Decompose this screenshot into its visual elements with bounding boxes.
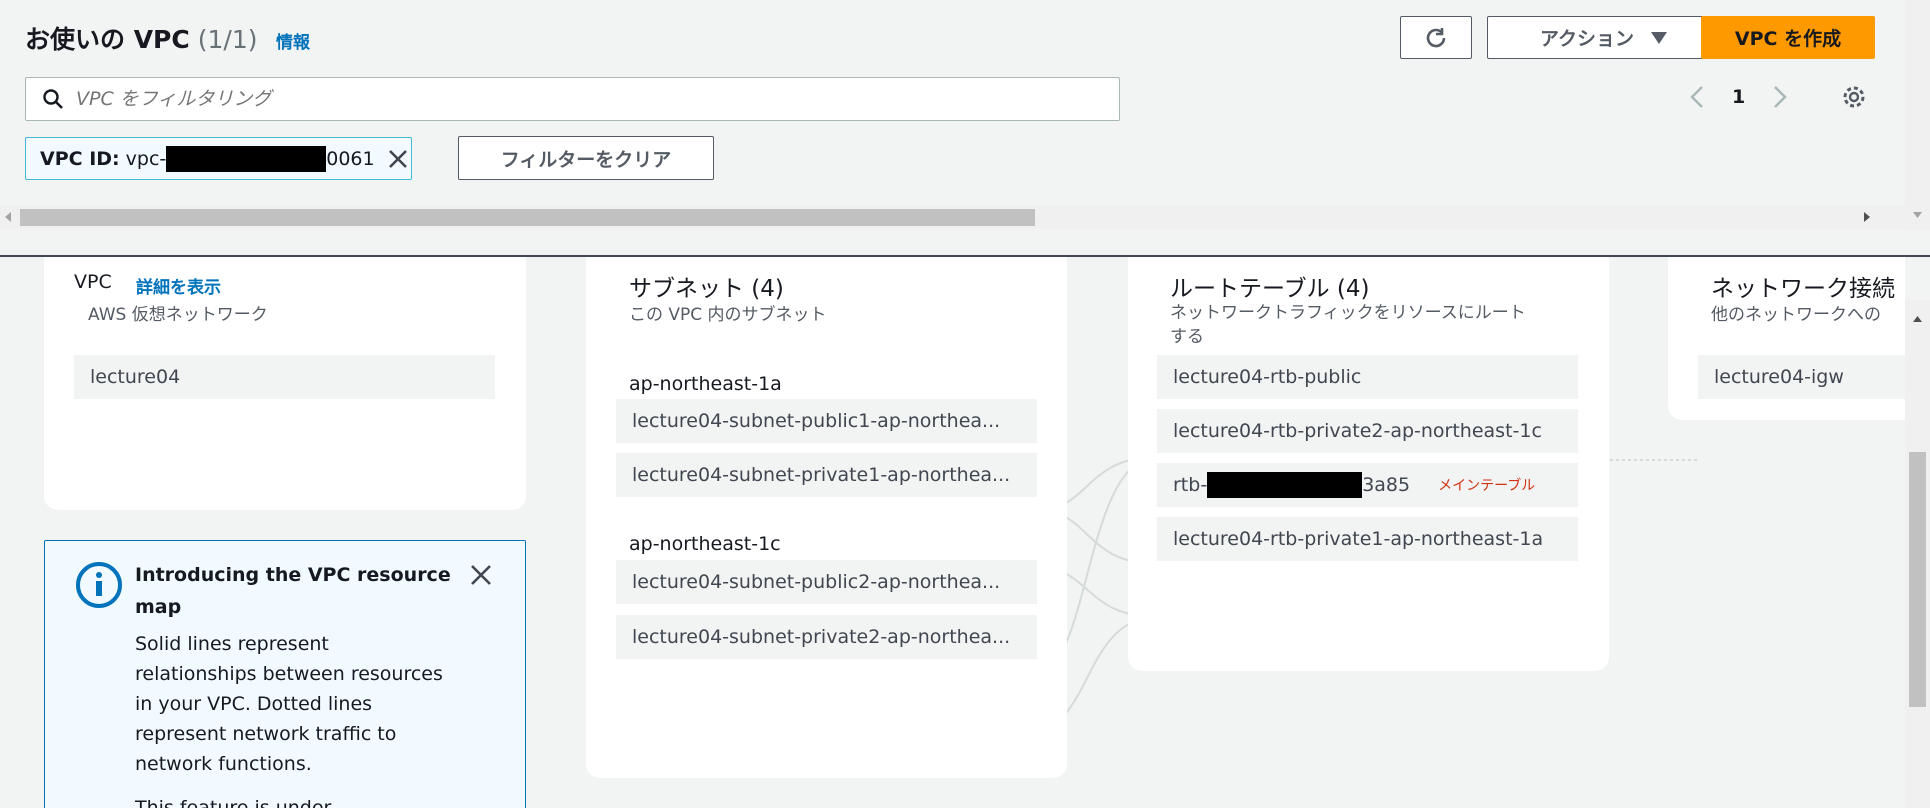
vpc-card: VPC 詳細を表示 AWS 仮想ネットワーク lecture04 (44, 257, 526, 510)
scroll-left-icon[interactable] (3, 205, 13, 229)
create-vpc-button[interactable]: VPC を作成 (1701, 16, 1875, 59)
route-table-node[interactable]: lecture04-rtb-public (1157, 355, 1578, 399)
igw-node[interactable]: lecture04-igw (1698, 355, 1905, 399)
vertical-scrollbar[interactable] (1905, 300, 1930, 808)
gear-icon[interactable] (1841, 84, 1867, 110)
vpc-node[interactable]: lecture04 (74, 355, 495, 399)
scroll-up-icon[interactable] (1905, 312, 1930, 326)
intro-body: Solid lines represent relationships betw… (135, 633, 443, 808)
info-link[interactable]: 情報 (276, 28, 310, 53)
search-icon (43, 89, 63, 109)
refresh-button[interactable] (1400, 16, 1472, 59)
redaction-block (166, 145, 327, 172)
intro-callout: Introducing the VPC resource map Solid l… (44, 540, 526, 808)
refresh-icon (1426, 27, 1446, 47)
page-title: お使いの VPC (1/1) (25, 25, 258, 54)
info-icon (76, 562, 122, 608)
scrollbar-thumb[interactable] (20, 209, 1035, 226)
search-field[interactable] (25, 77, 1120, 121)
clear-filter-button[interactable]: フィルターをクリア (458, 136, 714, 180)
actions-dropdown[interactable]: アクション (1487, 16, 1721, 59)
scrollbar-thumb[interactable] (1909, 452, 1926, 707)
subnets-card: サブネット (4) この VPC 内のサブネット ap-northeast-1a… (586, 257, 1067, 778)
subnet-node[interactable]: lecture04-subnet-private2-ap-northea... (616, 615, 1037, 659)
chevron-left-icon[interactable] (1690, 85, 1704, 109)
subnet-node[interactable]: lecture04-subnet-private1-ap-northea... (616, 453, 1037, 497)
subnet-node[interactable]: lecture04-subnet-public2-ap-northea... (616, 560, 1037, 604)
search-input[interactable] (76, 88, 1119, 110)
view-details-link[interactable]: 詳細を表示 (136, 273, 221, 298)
horizontal-scrollbar[interactable] (0, 205, 1905, 229)
page-number[interactable]: 1 (1732, 86, 1745, 108)
redaction-block (1207, 472, 1363, 498)
close-icon[interactable] (469, 563, 493, 587)
route-table-node[interactable]: lecture04-rtb-private2-ap-northeast-1c (1157, 409, 1578, 453)
scroll-down-icon[interactable] (1905, 208, 1930, 222)
vpc-list-panel: お使いの VPC(1/1) 情報 アクション VPC を作成 1 VPC ID:… (0, 0, 1930, 255)
vpc-count: (1/1) (197, 25, 258, 54)
caret-down-icon (1651, 31, 1668, 44)
resource-map-panel: VPC 詳細を表示 AWS 仮想ネットワーク lecture04 Introdu… (0, 257, 1905, 808)
route-tables-card: ルートテーブル (4) ネットワークトラフィックをリソースにルート する lec… (1128, 257, 1609, 671)
route-table-node-main[interactable]: rtb- 3a85 メインテーブル (1157, 463, 1578, 507)
close-icon[interactable] (387, 148, 409, 170)
scroll-right-icon[interactable] (1862, 205, 1872, 229)
pagination: 1 (1690, 84, 1867, 110)
vertical-scrollbar-top[interactable] (1905, 0, 1930, 230)
chevron-right-icon[interactable] (1773, 85, 1787, 109)
network-connections-card: ネットワーク接続 他のネットワークへの lecture04-igw (1668, 257, 1905, 420)
az-label-1a: ap-northeast-1a (629, 373, 782, 395)
route-table-node[interactable]: lecture04-rtb-private1-ap-northeast-1a (1157, 517, 1578, 561)
subnet-node[interactable]: lecture04-subnet-public1-ap-northea... (616, 399, 1037, 443)
main-table-badge: メインテーブル (1438, 478, 1536, 494)
filter-chip-vpc-id: VPC ID: vpc- 0061 (25, 137, 412, 180)
intro-title: Introducing the VPC resource map (135, 564, 451, 618)
az-label-1c: ap-northeast-1c (629, 533, 781, 555)
